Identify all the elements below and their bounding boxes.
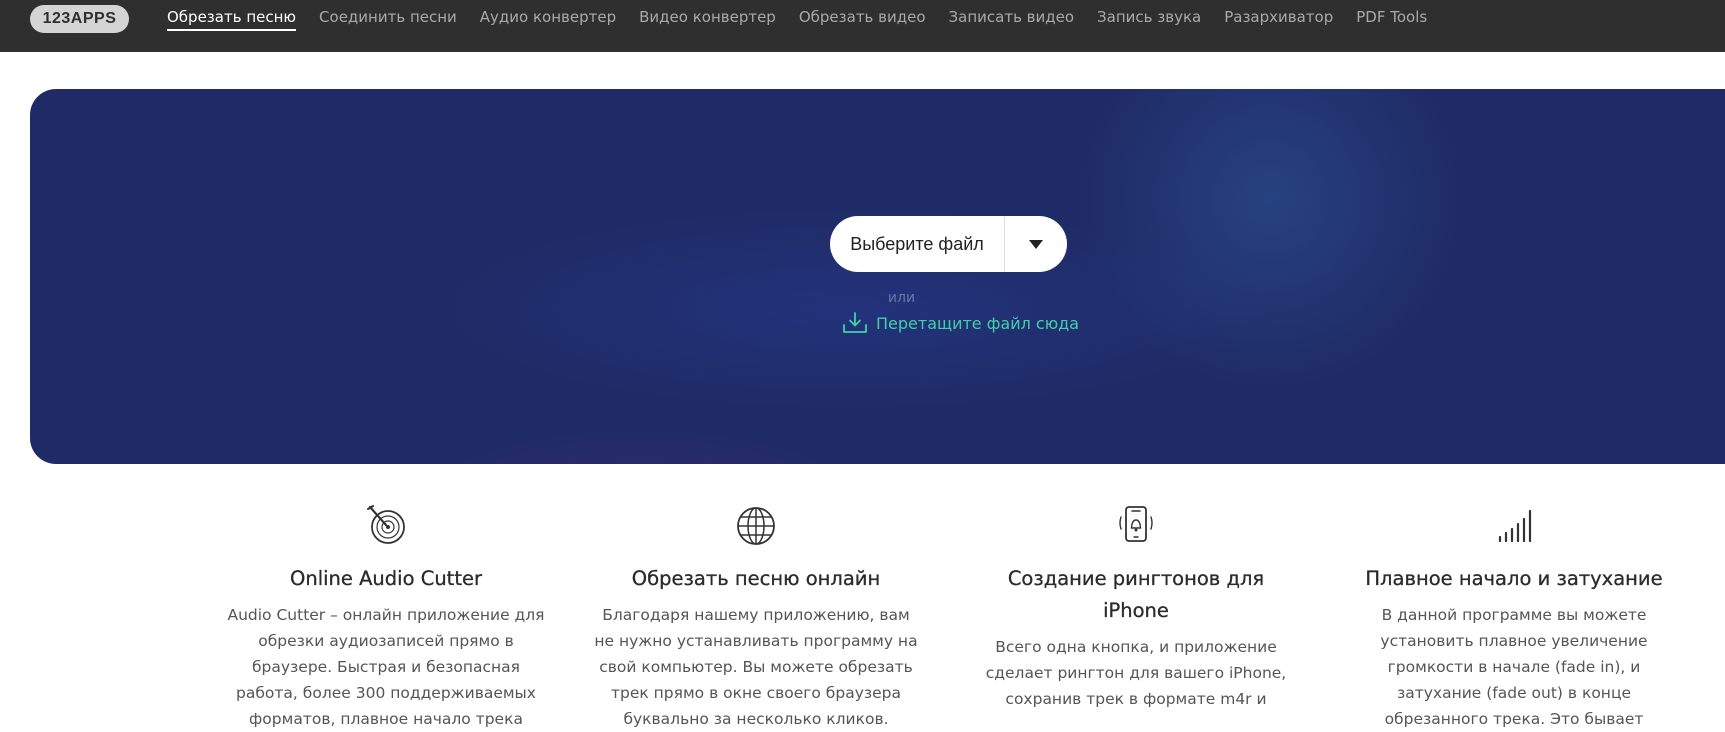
- upload-hero[interactable]: Выберите файл или Перетащите файл сюда: [30, 89, 1725, 464]
- nav-item-record-video[interactable]: Записать видео: [949, 8, 1075, 31]
- download-tray-icon: [843, 312, 867, 333]
- vinyl-cut-icon: [367, 505, 405, 544]
- triangle-down-icon: [1029, 239, 1043, 249]
- main-nav: Обрезать песню Соединить песни Аудио кон…: [167, 8, 1450, 31]
- globe-icon: [737, 507, 775, 545]
- logo[interactable]: 123APPS: [30, 5, 129, 33]
- feature-text: Благодаря нашему приложению, вам не нужн…: [594, 606, 918, 728]
- feature-text: Всего одна кнопка, и приложение сделает …: [985, 638, 1287, 708]
- choose-file-button-group: Выберите файл: [830, 216, 1067, 272]
- feature-online-audio-cutter: Online Audio Cutter Audio Cutter – онлай…: [221, 503, 551, 732]
- feature-iphone-ringtones: Создание рингтонов для iPhone Всего одна…: [971, 503, 1301, 712]
- nav-item-unarchiver[interactable]: Разархиватор: [1224, 8, 1333, 31]
- phone-bell-icon: [1119, 506, 1153, 542]
- feature-fade-in-out: Плавное начало и затухание В данной прог…: [1349, 503, 1679, 732]
- choose-file-button[interactable]: Выберите файл: [830, 234, 1004, 255]
- top-navigation-bar: 123APPS Обрезать песню Соединить песни А…: [0, 0, 1725, 52]
- nav-item-trim-video[interactable]: Обрезать видео: [799, 8, 926, 31]
- nav-item-join-songs[interactable]: Соединить песни: [319, 8, 457, 31]
- nav-item-record-sound[interactable]: Запись звука: [1097, 8, 1201, 31]
- source-dropdown-button[interactable]: [1005, 239, 1067, 249]
- drop-file-label: Перетащите файл сюда: [876, 313, 1080, 333]
- feature-title: Плавное начало и затухание: [1365, 567, 1663, 590]
- nav-item-pdf-tools[interactable]: PDF Tools: [1356, 8, 1427, 31]
- feature-text: Audio Cutter – онлайн приложение для обр…: [227, 606, 545, 728]
- feature-title: Создание рингтонов для iPhone: [1007, 567, 1265, 622]
- feature-text: В данной программе вы можете установить …: [1380, 606, 1648, 728]
- nav-item-trim-song[interactable]: Обрезать песню: [167, 8, 297, 31]
- drop-file-zone[interactable]: Перетащите файл сюда: [842, 312, 1079, 334]
- signal-bars-icon: [1498, 509, 1532, 543]
- feature-title: Обрезать песню онлайн: [631, 567, 881, 590]
- nav-item-video-converter[interactable]: Видео конвертер: [639, 8, 776, 31]
- nav-item-audio-converter[interactable]: Аудио конвертер: [480, 8, 616, 31]
- feature-title: Online Audio Cutter: [289, 567, 482, 590]
- or-separator: или: [887, 290, 916, 306]
- feature-trim-song-online: Обрезать песню онлайн Благодаря нашему п…: [591, 503, 921, 732]
